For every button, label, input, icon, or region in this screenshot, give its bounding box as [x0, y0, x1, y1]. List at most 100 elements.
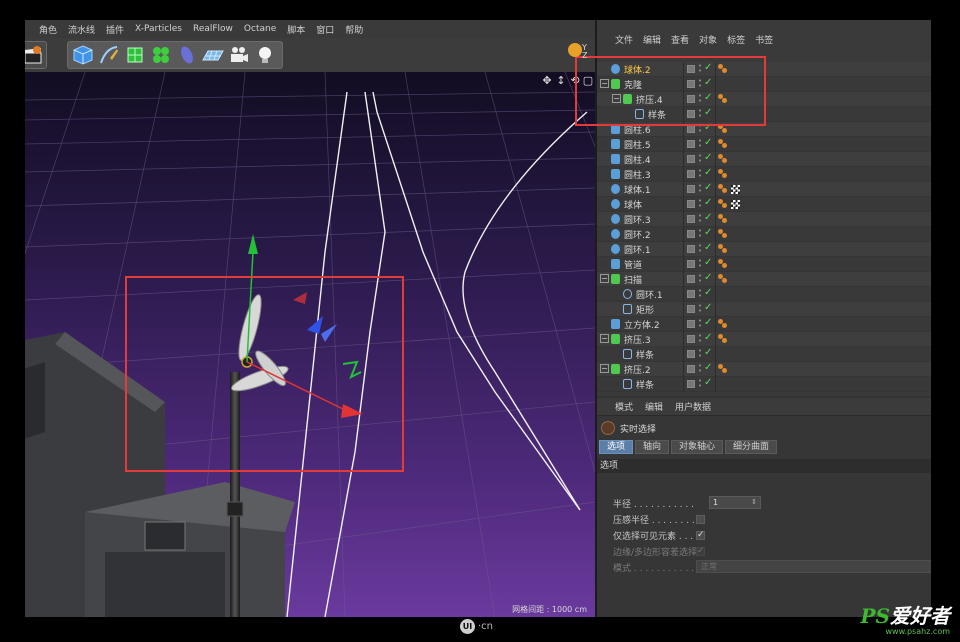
visibility-dots-icon[interactable]: • •: [698, 198, 702, 210]
tree-collapse-icon[interactable]: −: [600, 364, 609, 373]
visibility-dots-icon[interactable]: • •: [698, 183, 702, 195]
visibility-dots-icon[interactable]: • •: [698, 168, 702, 180]
enabled-check-icon[interactable]: ✓: [704, 197, 712, 208]
zoom-view-icon[interactable]: ↕: [555, 75, 567, 87]
enabled-check-icon[interactable]: ✓: [704, 242, 712, 253]
move-view-icon[interactable]: ✥: [541, 75, 553, 87]
pen-icon[interactable]: [97, 43, 120, 67]
enabled-check-icon[interactable]: ✓: [704, 362, 712, 373]
om-menu-bookmarks[interactable]: 书签: [755, 33, 773, 46]
visibility-dots-icon[interactable]: • •: [698, 273, 702, 285]
layer-box-icon[interactable]: [687, 170, 695, 178]
tab-axis[interactable]: 轴向: [635, 440, 670, 454]
menu-help[interactable]: 帮助: [345, 23, 363, 36]
object-row[interactable]: 样条 • • ✓: [597, 377, 931, 392]
enabled-check-icon[interactable]: ✓: [704, 317, 712, 328]
radius-input[interactable]: 1 ⇕: [709, 496, 761, 509]
tree-collapse-icon[interactable]: −: [600, 334, 609, 343]
phong-tag-icon[interactable]: [718, 139, 728, 149]
enabled-check-icon[interactable]: ✓: [704, 212, 712, 223]
am-menu-user-data[interactable]: 用户数据: [675, 400, 711, 413]
cloner-icon[interactable]: [149, 43, 172, 67]
menu-plugins[interactable]: 插件: [106, 23, 124, 36]
object-row[interactable]: 样条 • • ✓: [597, 347, 931, 362]
object-row[interactable]: 球体.1 • • ✓: [597, 182, 931, 197]
object-row[interactable]: 圆柱.3 • • ✓: [597, 167, 931, 182]
phong-tag-icon[interactable]: [718, 199, 728, 209]
camera-icon[interactable]: [227, 43, 250, 67]
menu-script[interactable]: 脚本: [287, 23, 305, 36]
object-row[interactable]: 圆环.3 • • ✓: [597, 212, 931, 227]
layer-box-icon[interactable]: [687, 155, 695, 163]
enabled-check-icon[interactable]: ✓: [704, 347, 712, 358]
pressure-radius-checkbox[interactable]: [696, 515, 705, 524]
layer-box-icon[interactable]: [687, 305, 695, 313]
floor-icon[interactable]: [201, 43, 224, 67]
menu-realflow[interactable]: RealFlow: [193, 24, 233, 34]
layer-box-icon[interactable]: [687, 260, 695, 268]
enabled-check-icon[interactable]: ✓: [704, 287, 712, 298]
phong-tag-icon[interactable]: [718, 214, 728, 224]
menu-x-particles[interactable]: X-Particles: [135, 24, 182, 34]
om-menu-view[interactable]: 查看: [671, 33, 689, 46]
om-menu-file[interactable]: 文件: [615, 33, 633, 46]
enabled-check-icon[interactable]: ✓: [704, 167, 712, 178]
visibility-dots-icon[interactable]: • •: [698, 243, 702, 255]
enabled-check-icon[interactable]: ✓: [704, 257, 712, 268]
enabled-check-icon[interactable]: ✓: [704, 137, 712, 148]
menu-character[interactable]: 角色: [39, 23, 57, 36]
om-menu-object[interactable]: 对象: [699, 33, 717, 46]
phong-tag-icon[interactable]: [718, 169, 728, 179]
spinner-icon[interactable]: ⇕: [751, 497, 757, 508]
material-tag-icon[interactable]: [731, 185, 740, 194]
object-row[interactable]: − 挤压.3 • • ✓: [597, 332, 931, 347]
object-row[interactable]: 立方体.2 • • ✓: [597, 317, 931, 332]
visibility-dots-icon[interactable]: • •: [698, 363, 702, 375]
visibility-dots-icon[interactable]: • •: [698, 228, 702, 240]
object-row[interactable]: 矩形 • • ✓: [597, 302, 931, 317]
layer-box-icon[interactable]: [687, 380, 695, 388]
am-menu-edit[interactable]: 编辑: [645, 400, 663, 413]
tab-object-axis[interactable]: 对象轴心: [671, 440, 724, 454]
phong-tag-icon[interactable]: [718, 364, 728, 374]
visible-only-checkbox[interactable]: ✓: [696, 531, 705, 540]
menu-window[interactable]: 窗口: [316, 23, 334, 36]
phong-tag-icon[interactable]: [718, 229, 728, 239]
phong-tag-icon[interactable]: [718, 244, 728, 254]
deformer-icon[interactable]: [175, 43, 198, 67]
layer-box-icon[interactable]: [687, 125, 695, 133]
layer-box-icon[interactable]: [687, 365, 695, 373]
object-row[interactable]: − 挤压.2 • • ✓: [597, 362, 931, 377]
phong-tag-icon[interactable]: [718, 334, 728, 344]
mode-select[interactable]: 正常: [696, 560, 931, 573]
object-row[interactable]: 圆柱.4 • • ✓: [597, 152, 931, 167]
menu-pipeline[interactable]: 流水线: [68, 23, 95, 36]
object-row[interactable]: − 扫描 • • ✓: [597, 272, 931, 287]
object-row[interactable]: 圆环.1 • • ✓: [597, 242, 931, 257]
phong-tag-icon[interactable]: [718, 154, 728, 164]
layer-box-icon[interactable]: [687, 320, 695, 328]
object-row[interactable]: 圆环.2 • • ✓: [597, 227, 931, 242]
object-row[interactable]: 管道 • • ✓: [597, 257, 931, 272]
layer-box-icon[interactable]: [687, 185, 695, 193]
tab-subdivision-surface[interactable]: 细分曲面: [725, 440, 778, 454]
layer-box-icon[interactable]: [687, 290, 695, 298]
phong-tag-icon[interactable]: [718, 319, 728, 329]
menu-octane[interactable]: Octane: [244, 24, 276, 34]
layer-box-icon[interactable]: [687, 350, 695, 358]
om-menu-tags[interactable]: 标签: [727, 33, 745, 46]
object-row[interactable]: 圆柱.5 • • ✓: [597, 137, 931, 152]
enabled-check-icon[interactable]: ✓: [704, 272, 712, 283]
enabled-check-icon[interactable]: ✓: [704, 182, 712, 193]
phong-tag-icon[interactable]: [718, 259, 728, 269]
visibility-dots-icon[interactable]: • •: [698, 288, 702, 300]
layer-box-icon[interactable]: [687, 200, 695, 208]
visibility-dots-icon[interactable]: • •: [698, 378, 702, 390]
edge-poly-checkbox[interactable]: ✓: [696, 547, 705, 556]
visibility-dots-icon[interactable]: • •: [698, 318, 702, 330]
visibility-dots-icon[interactable]: • •: [698, 153, 702, 165]
enabled-check-icon[interactable]: ✓: [704, 152, 712, 163]
cube-icon[interactable]: [71, 43, 94, 67]
material-tag-icon[interactable]: [731, 200, 740, 209]
object-row[interactable]: 球体 • • ✓: [597, 197, 931, 212]
